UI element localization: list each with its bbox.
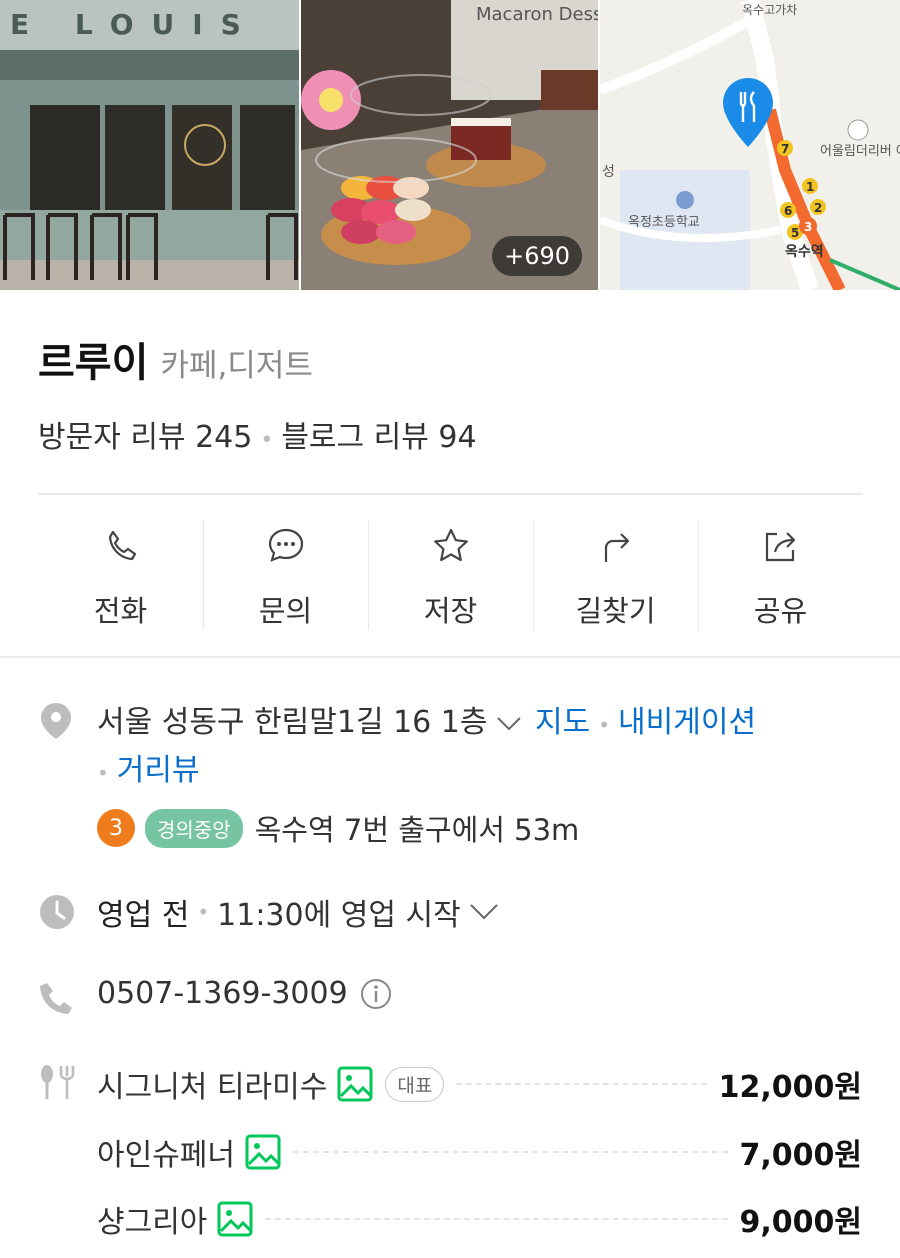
phone-icon (40, 983, 72, 1014)
svg-text:6: 6 (784, 204, 792, 218)
share-icon (765, 532, 795, 562)
review-counts: 방문자 리뷰 245 • 블로그 리뷰 94 (38, 412, 477, 456)
svg-text:1: 1 (806, 180, 814, 194)
inquiry-label: 문의 (258, 594, 313, 628)
save-button[interactable]: 저장 (368, 520, 533, 630)
menu-item[interactable]: 샹그리아 9,000원 (97, 1197, 862, 1241)
subway-info: 3 경의중앙 옥수역 7번 출구에서 53m (97, 807, 579, 849)
location-map[interactable]: 7 1 2 6 5 3 옥정초등학교 어울림더리버 아파트 옥수역 옥수고가차 … (600, 0, 900, 290)
share-button[interactable]: 공유 (698, 520, 863, 630)
dessert-display-photo[interactable]: Macaron Dessert +690 (301, 0, 598, 290)
section-divider (0, 656, 900, 658)
map-label-fragment: 성 (602, 164, 615, 180)
dotted-leader (265, 1218, 728, 1220)
map-link[interactable]: 지도 (535, 705, 590, 740)
action-bar: 전화 문의 저장 길찾기 공유 (38, 520, 863, 630)
hours-detail: 11:30에 영업 시작 (217, 898, 461, 933)
chat-icon (268, 528, 303, 562)
star-icon (433, 528, 468, 562)
business-hours[interactable]: 영업 전 • 11:30에 영업 시작 (97, 890, 503, 934)
save-label: 저장 (423, 594, 478, 628)
dotted-leader (293, 1151, 728, 1153)
separator-dot: • (97, 761, 109, 785)
menu-item-price: 12,000원 (718, 1070, 862, 1105)
header-divider (38, 493, 863, 495)
streetview-link[interactable]: 거리뷰 (117, 753, 200, 788)
map-label-apartment: 어울림더리버 아파트 (820, 144, 900, 159)
more-photos-count[interactable]: +690 (492, 236, 582, 276)
inquiry-button[interactable]: 문의 (203, 520, 368, 630)
photo-icon (337, 1066, 373, 1102)
separator-dot: • (260, 428, 274, 453)
subway-line-number: 3 (97, 809, 135, 847)
directions-icon (604, 533, 629, 562)
location-pin-icon (41, 703, 71, 739)
call-label: 전화 (93, 594, 148, 628)
menu-item-name: 샹그리아 (97, 1205, 208, 1240)
phone-row: 0507-1369-3009 (97, 976, 392, 1011)
navigation-link[interactable]: 내비게이션 (618, 705, 756, 740)
map-label-road: 옥수고가차 (742, 3, 797, 17)
directions-button[interactable]: 길찾기 (533, 520, 698, 630)
subway-line-name: 경의중앙 (145, 808, 243, 848)
menu-item-name: 시그니처 티라미수 (97, 1070, 328, 1105)
directions-label: 길찾기 (575, 594, 656, 628)
menu-item[interactable]: 시그니처 티라미수 대표 12,000원 (97, 1062, 862, 1106)
signature-badge: 대표 (385, 1066, 445, 1102)
phone-icon (108, 530, 136, 561)
hours-status: 영업 전 (97, 898, 190, 933)
svg-text:5: 5 (791, 226, 799, 240)
menu-item[interactable]: 아인슈페너 7,000원 (97, 1130, 862, 1174)
visitor-review-count[interactable]: 방문자 리뷰 245 (38, 420, 252, 455)
dotted-leader (456, 1083, 707, 1085)
separator-dot: • (598, 713, 611, 737)
menu-item-price: 7,000원 (739, 1138, 863, 1173)
utensils-icon (41, 1065, 75, 1099)
subway-directions: 옥수역 7번 출구에서 53m (254, 813, 580, 847)
blog-review-count[interactable]: 블로그 리뷰 94 (281, 420, 476, 455)
info-icon[interactable] (360, 978, 392, 1010)
menu-item-price: 9,000원 (739, 1205, 863, 1240)
storefront-sign-text: E LOUIS (10, 8, 259, 41)
place-name: 르루이 (38, 340, 149, 386)
svg-text:3: 3 (804, 220, 812, 234)
place-category: 카페,디저트 (160, 348, 313, 384)
separator-dot: • (197, 900, 210, 924)
address-text[interactable]: 서울 성동구 한림말1길 16 1층 (97, 705, 488, 740)
call-button[interactable]: 전화 (38, 520, 203, 630)
place-header: 르루이 카페,디저트 (38, 330, 313, 388)
map-canvas: 7 1 2 6 5 3 옥정초등학교 어울림더리버 아파트 옥수역 옥수고가차 … (600, 0, 900, 290)
address-block: 서울 성동구 한림말1길 16 1층 지도 • 내비게이션 • 거리뷰 (97, 700, 857, 796)
dessert-sign-text: Macaron Dessert (476, 4, 598, 25)
storefront-photo[interactable]: E LOUIS (0, 0, 299, 290)
chevron-down-icon[interactable] (496, 716, 522, 732)
svg-text:7: 7 (781, 142, 789, 156)
phone-number[interactable]: 0507-1369-3009 (97, 976, 348, 1011)
svg-text:2: 2 (814, 201, 822, 215)
map-label-school: 옥정초등학교 (628, 215, 700, 230)
photo-icon (245, 1134, 281, 1170)
clock-icon (40, 895, 74, 929)
share-label: 공유 (753, 594, 808, 628)
photo-strip: E LOUIS Macaron Dessert (0, 0, 900, 290)
menu-item-name: 아인슈페너 (97, 1138, 235, 1173)
chevron-down-icon[interactable] (469, 903, 499, 921)
photo-icon (217, 1201, 253, 1237)
map-label-station: 옥수역 (785, 243, 824, 260)
